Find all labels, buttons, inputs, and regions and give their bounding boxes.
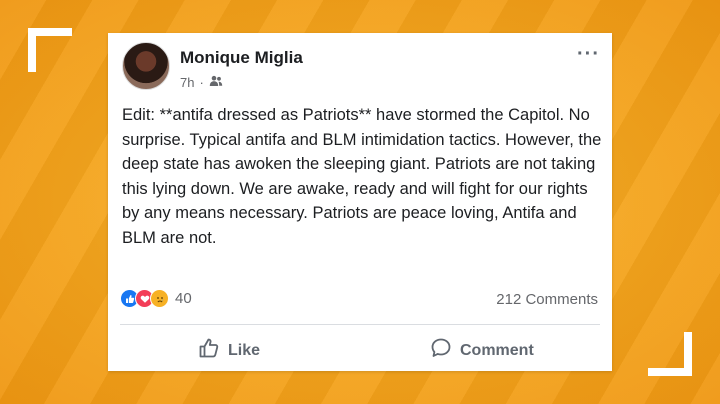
author-name[interactable]: Monique Miglia — [180, 48, 303, 68]
meta-separator: · — [199, 75, 204, 90]
comment-icon — [430, 337, 452, 364]
friends-icon — [209, 75, 223, 90]
frame-corner-bottom-right — [648, 332, 692, 376]
reactions-summary[interactable]: 40 — [120, 289, 192, 308]
actions-divider — [120, 324, 600, 325]
post-time[interactable]: 7h — [180, 75, 194, 90]
post-meta: 7h · — [180, 75, 223, 90]
thumbs-up-icon — [198, 337, 220, 364]
more-options-icon[interactable]: ··· — [577, 43, 600, 66]
frame-corner-top-left — [28, 28, 72, 72]
like-label: Like — [228, 341, 261, 359]
comment-label: Comment — [460, 341, 534, 359]
comment-button[interactable]: Comment — [430, 337, 534, 364]
comments-count[interactable]: 212 Comments — [496, 291, 598, 308]
sad-reaction-icon — [150, 289, 169, 308]
reaction-count: 40 — [175, 290, 192, 307]
facebook-post-card: Monique Miglia 7h · ··· Edit: **antifa d… — [108, 33, 612, 371]
post-text: Edit: **antifa dressed as Patriots** hav… — [122, 106, 602, 247]
like-button[interactable]: Like — [198, 337, 260, 364]
avatar[interactable] — [122, 42, 170, 90]
